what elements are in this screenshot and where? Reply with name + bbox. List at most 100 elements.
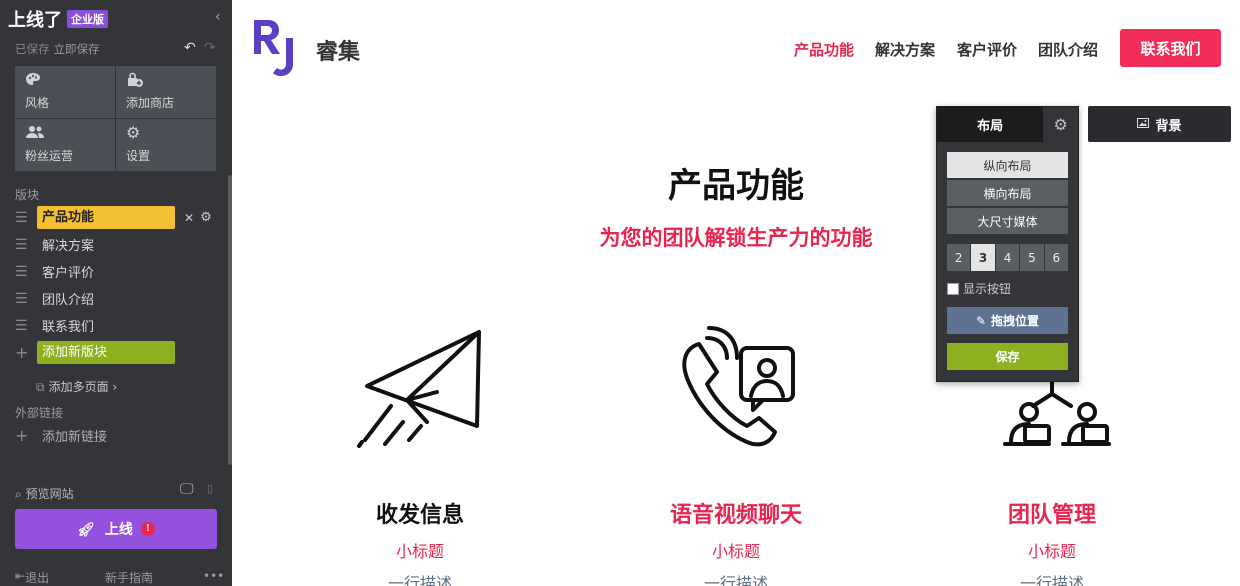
nav-reviews[interactable]: 客户评价 (957, 39, 1017, 60)
rocket-icon: 🚀︎ (77, 520, 95, 537)
add-shop-tool-button[interactable]: 添加商店 (116, 66, 216, 118)
column-option-2[interactable]: 2 (947, 244, 972, 271)
drag-position-button[interactable]: ✎ 拖拽位置 (947, 307, 1068, 334)
feature-card (621, 326, 851, 450)
nav-team[interactable]: 团队介绍 (1038, 39, 1098, 60)
save-button[interactable]: 保存 (947, 343, 1068, 370)
preview-site[interactable]: ⌕ 预览网站 🖵 ▯ (15, 481, 220, 502)
show-button-checkbox[interactable] (947, 282, 959, 295)
blocks-section-label: 版块 (15, 188, 40, 202)
nav-products[interactable]: 产品功能 (794, 39, 854, 60)
logout-link[interactable]: ⇤ 退出 (15, 569, 49, 585)
plus-icon: + (15, 426, 29, 445)
close-icon[interactable]: ✕ (184, 211, 194, 225)
contact-button[interactable]: 联系我们 (1120, 29, 1221, 67)
saved-status-text: 已保存 (15, 42, 50, 56)
block-item-contact[interactable]: ☰ 联系我们 (15, 314, 220, 337)
drag-handle-icon[interactable]: ☰ (15, 238, 31, 252)
gear-icon: ⚙ (126, 123, 141, 142)
tool-label: 添加商店 (126, 96, 175, 110)
more-icon[interactable]: ••• (203, 569, 224, 583)
preview-label: 预览网站 (25, 487, 74, 501)
feature-description: 一行描述 (703, 574, 768, 586)
block-item-solutions[interactable]: ☰ 解决方案 (15, 233, 220, 256)
show-button-label: 显示按钮 (963, 282, 1012, 296)
undo-icon[interactable]: ↶ (184, 40, 196, 56)
column-option-4[interactable]: 4 (995, 244, 1021, 271)
add-link-button[interactable]: + 添加新链接 (15, 424, 220, 447)
section-title: 产品功能 (668, 166, 804, 206)
site-preview: 睿集 产品功能 解决方案 客户评价 团队介绍 联系我们 产品功能 为您的团队解锁… (232, 0, 1240, 586)
settings-tool-button[interactable]: ⚙ 设置 (116, 119, 216, 171)
pages-icon: ⧉ (36, 380, 45, 394)
save-now-link[interactable]: 立即保存 (54, 42, 100, 56)
block-label: 产品功能 (37, 206, 175, 229)
guide-link[interactable]: 新手指南 (105, 569, 153, 586)
fans-tool-button[interactable]: 粉丝运营 (15, 119, 115, 171)
tool-label: 设置 (126, 149, 151, 163)
publish-button[interactable]: 🚀︎ 上线 ! (15, 509, 217, 549)
phone-video-icon (682, 326, 795, 447)
column-option-6[interactable]: 6 (1044, 244, 1069, 271)
tool-label: 风格 (25, 96, 50, 110)
drag-handle-icon[interactable]: ☰ (15, 319, 31, 333)
tool-label: 粉丝运营 (25, 149, 74, 163)
layout-option-vertical[interactable]: 纵向布局 (947, 152, 1068, 178)
block-label: 解决方案 (42, 239, 95, 254)
desktop-icon[interactable]: 🖵 (180, 481, 194, 497)
style-tool-button[interactable]: 风格 (15, 66, 115, 118)
layout-panel: 布局 ⚙ 纵向布局 横向布局 大尺寸媒体 2 3 4 5 6 显示按钮 ✎ 拖拽… (936, 106, 1079, 382)
block-item-team[interactable]: ☰ 团队介绍 (15, 287, 220, 310)
layout-option-large-media[interactable]: 大尺寸媒体 (947, 208, 1068, 234)
add-block-button[interactable]: + 添加新版块 (15, 341, 220, 364)
background-label: 背景 (1155, 118, 1182, 134)
gear-icon[interactable]: ⚙ (200, 210, 212, 225)
block-label: 客户评价 (42, 266, 95, 281)
feature-subtitle: 小标题 (711, 542, 760, 561)
show-button-toggle: 显示按钮 (947, 280, 1011, 297)
mobile-icon[interactable]: ▯ (207, 482, 213, 495)
feature-subtitle: 小标题 (1027, 542, 1076, 561)
collapse-sidebar-icon[interactable]: ‹ (215, 9, 221, 25)
column-selector: 2 3 4 5 6 (947, 244, 1069, 271)
publish-label: 上线 (104, 521, 133, 537)
brand-name: 上线了 (8, 10, 62, 31)
shop-add-icon (126, 72, 206, 90)
layout-option-horizontal[interactable]: 横向布局 (947, 180, 1068, 206)
add-link-label: 添加新链接 (42, 430, 108, 445)
drag-handle-icon[interactable]: ☰ (15, 292, 31, 306)
background-button[interactable]: 背景 (1088, 106, 1231, 142)
drag-handle-icon[interactable]: ☰ (15, 211, 31, 225)
column-option-3[interactable]: 3 (971, 244, 996, 271)
fans-icon (25, 125, 105, 143)
section-subtitle: 为您的团队解锁生产力的功能 (599, 226, 873, 250)
drag-position-label: 拖拽位置 (991, 314, 1040, 328)
feature-description: 一行描述 (387, 574, 452, 586)
add-pages-link[interactable]: ⧉ 添加多页面 › (36, 378, 117, 395)
feature-card (305, 326, 535, 450)
add-pages-label: 添加多页面 › (48, 380, 118, 394)
gear-icon[interactable]: ⚙ (1043, 107, 1078, 142)
column-option-5[interactable]: 5 (1020, 244, 1045, 271)
block-item-reviews[interactable]: ☰ 客户评价 (15, 260, 220, 283)
external-links-label: 外部链接 (15, 406, 64, 420)
site-logo[interactable] (250, 16, 298, 78)
panel-header: 布局 ⚙ (937, 107, 1078, 142)
editor-sidebar: 上线了 企业版 ‹ 已保存 立即保存 ↶ ↷ 风格 添加商店 粉丝运营 ⚙ 设置… (0, 0, 232, 586)
search-icon: ⌕ (15, 487, 22, 501)
feature-title: 团队管理 (1007, 503, 1096, 528)
pencil-icon: ✎ (975, 313, 987, 328)
redo-icon[interactable]: ↷ (204, 40, 216, 56)
nav-solutions[interactable]: 解决方案 (875, 39, 935, 60)
drag-handle-icon[interactable]: ☰ (15, 265, 31, 279)
feature-subtitle: 小标题 (395, 542, 444, 561)
paper-plane-icon (357, 330, 481, 448)
plus-icon: + (15, 343, 29, 362)
tab-layout[interactable]: 布局 (937, 107, 1044, 142)
block-label: 团队介绍 (42, 293, 95, 308)
block-item-product[interactable]: ☰ 产品功能 ✕ ⚙ (15, 206, 220, 229)
feature-description: 一行描述 (1019, 574, 1084, 586)
feature-title: 语音视频聊天 (669, 503, 802, 528)
image-icon (1137, 117, 1150, 131)
site-name: 睿集 (316, 40, 361, 65)
